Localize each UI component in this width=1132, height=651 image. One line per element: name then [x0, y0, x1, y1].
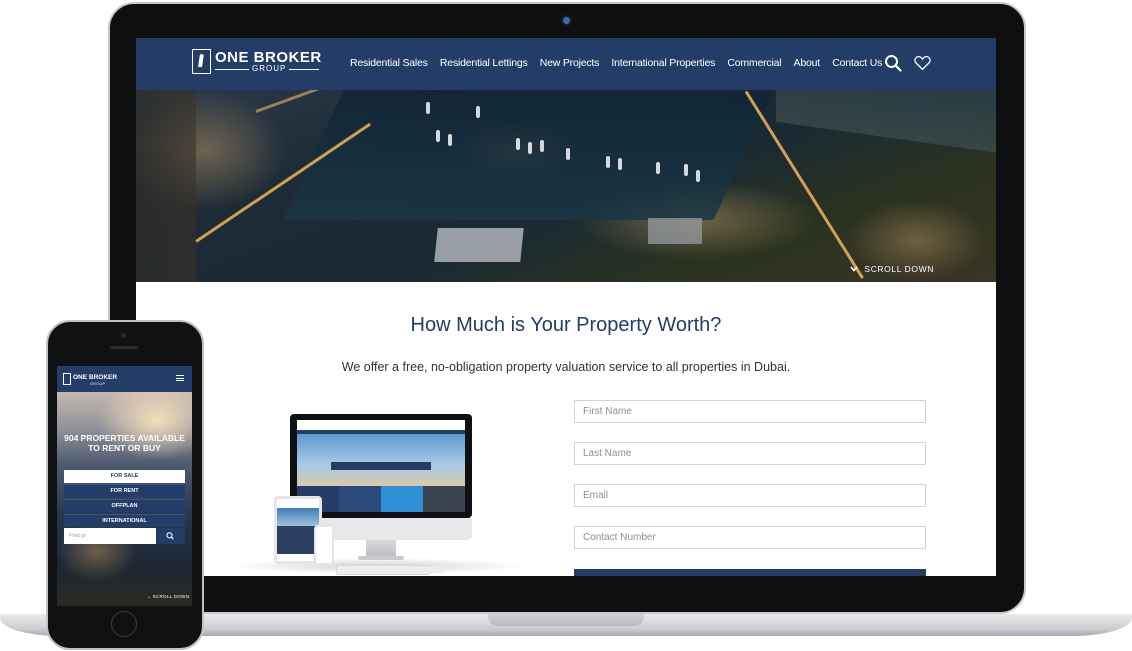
search-icon[interactable]	[884, 54, 902, 72]
mobile-search-button[interactable]	[156, 528, 185, 544]
mouse-illustration	[428, 566, 444, 573]
submit-button[interactable]	[574, 569, 926, 576]
mobile-search-input[interactable]: Find pr	[64, 528, 156, 544]
contact-number-input[interactable]	[575, 527, 925, 548]
first-name-field[interactable]	[574, 400, 926, 423]
email-field[interactable]	[574, 484, 926, 507]
brand-sub: GROUP	[249, 64, 290, 73]
laptop-camera	[563, 17, 570, 24]
laptop-notch	[488, 614, 644, 626]
boat	[476, 106, 480, 118]
tablet-screen-content	[277, 502, 319, 554]
mobile-scroll-down-link[interactable]: ⌄ SCROLL DOWN	[147, 594, 189, 600]
tower-block	[136, 90, 196, 282]
boat	[516, 138, 520, 150]
valuation-title: How Much is Your Property Worth?	[410, 314, 722, 336]
first-name-input[interactable]	[575, 401, 925, 422]
boat	[436, 130, 440, 142]
email-input[interactable]	[575, 485, 925, 506]
phone-home-button	[111, 611, 137, 637]
last-name-input[interactable]	[575, 443, 925, 464]
keyboard-illustration	[336, 565, 430, 575]
nav-item-international-properties[interactable]: International Properties	[611, 57, 715, 69]
boat	[684, 164, 688, 176]
search-icon	[166, 532, 174, 540]
mobile-brand-name[interactable]: ONE BROKER	[73, 374, 117, 381]
mobile-website: ONE BROKER GROUP 904 PROPERTIES AVAILABL…	[57, 366, 192, 606]
heart-icon[interactable]	[914, 55, 931, 71]
boat	[618, 158, 622, 170]
marina-water	[283, 90, 779, 220]
nav-item-new-projects[interactable]: New Projects	[540, 57, 600, 69]
mobile-hero-heading: 904 PROPERTIES AVAILABLE TO RENT OR BUY	[64, 433, 185, 453]
valuation-subtitle: We offer a free, no-obligation property …	[341, 360, 791, 374]
beach-area	[776, 90, 996, 159]
boat	[696, 170, 700, 182]
international-button[interactable]: INTERNATIONAL	[64, 514, 185, 527]
building-roof	[648, 218, 702, 244]
for-sale-button[interactable]: FOR SALE	[64, 470, 185, 483]
brand-logo-icon[interactable]	[192, 49, 211, 74]
mobile-brand-sub: GROUP	[90, 382, 106, 386]
boat	[540, 140, 544, 152]
chevron-down-icon	[850, 266, 859, 272]
scroll-down-link[interactable]: SCROLL DOWN	[850, 264, 934, 274]
nav-item-about[interactable]: About	[794, 57, 821, 69]
last-name-field[interactable]	[574, 442, 926, 465]
scroll-down-label: SCROLL DOWN	[864, 264, 934, 274]
site-header: ONE BROKER GROUP Residential Sales Resid…	[136, 38, 996, 90]
contact-number-field[interactable]	[574, 526, 926, 549]
phone-illustration	[314, 525, 334, 565]
boat	[448, 134, 452, 146]
phone-speaker	[110, 346, 138, 349]
for-rent-button[interactable]: FOR RENT	[64, 484, 185, 497]
nav-item-residential-lettings[interactable]: Residential Lettings	[440, 57, 528, 69]
building-roof	[434, 228, 524, 262]
boat	[426, 102, 430, 114]
offplan-button[interactable]: OFFPLAN	[64, 499, 185, 512]
hero-image: SCROLL DOWN	[136, 90, 996, 282]
imac-foot	[358, 556, 404, 560]
mobile-brand-logo-icon[interactable]	[63, 373, 71, 385]
mobile-header: ONE BROKER GROUP	[57, 366, 192, 392]
boat	[528, 142, 532, 154]
nav-item-residential-sales[interactable]: Residential Sales	[350, 57, 428, 69]
nav-item-commercial[interactable]: Commercial	[727, 57, 781, 69]
boat	[566, 148, 570, 160]
hamburger-icon[interactable]	[176, 375, 184, 381]
desktop-website: ONE BROKER GROUP Residential Sales Resid…	[136, 38, 996, 576]
imac-screen-content	[297, 420, 465, 512]
nav-item-contact-us[interactable]: Contact Us	[832, 57, 882, 69]
boat	[656, 162, 660, 174]
boat	[606, 156, 610, 168]
main-menu: Residential Sales Residential Lettings N…	[350, 57, 894, 69]
phone-camera	[121, 333, 126, 338]
mobile-scroll-label: SCROLL DOWN	[152, 594, 190, 599]
